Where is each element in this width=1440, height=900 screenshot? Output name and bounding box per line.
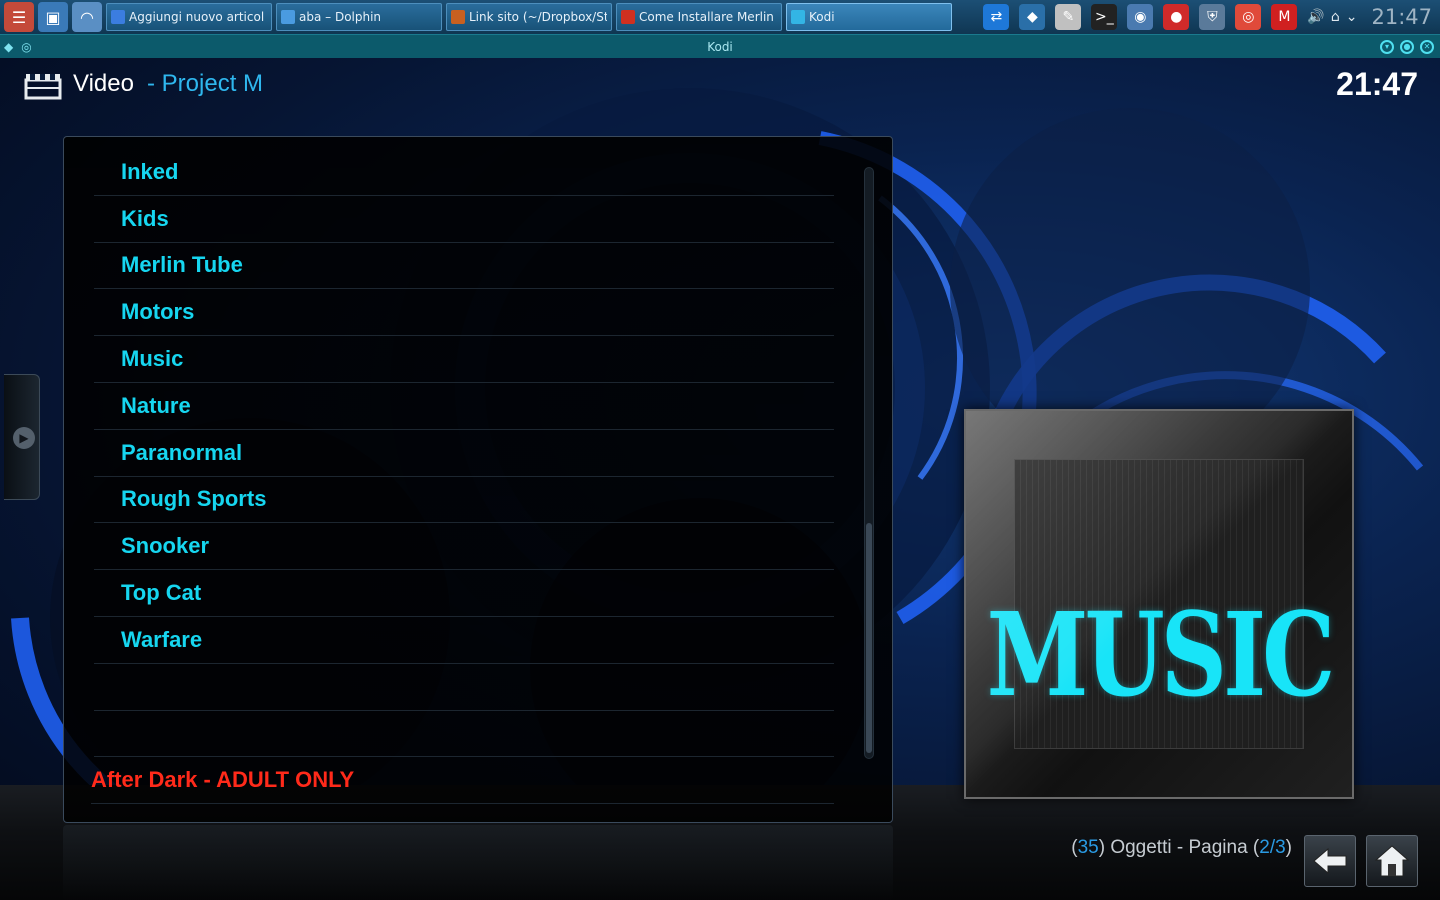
arrow-left-icon xyxy=(1313,847,1347,875)
section-subtitle: - Project M xyxy=(147,70,264,97)
teamviewer-icon[interactable]: ⇄ xyxy=(983,4,1010,30)
kodi-tray-icon[interactable]: ◆ xyxy=(1019,4,1046,30)
list-item[interactable]: Merlin Tube xyxy=(94,243,834,290)
kodi-clock: 21:47 xyxy=(1336,66,1418,102)
task-button[interactable]: Come Installare Merlin xyxy=(616,3,782,31)
kodi-icon xyxy=(791,10,805,24)
task-button[interactable]: aba – Dolphin xyxy=(276,3,442,31)
task-label: Come Installare Merlin xyxy=(639,10,774,24)
desktop-icon[interactable]: ▣ xyxy=(38,2,68,32)
scrollbar-thumb[interactable] xyxy=(866,523,872,753)
window-title: Kodi xyxy=(707,39,733,54)
system-tray: ⇄ ◆ ✎ >_ ◉ ● ⛨ ◎ M 🔊 ⌂ ⌄ 21:47 xyxy=(983,0,1440,34)
thumbnail-title: MUSIC xyxy=(986,587,1336,723)
task-list: Aggiungi nuovo articol aba – Dolphin Link … xyxy=(102,3,952,31)
section-title: Video xyxy=(73,70,134,97)
maximize-button[interactable]: ● xyxy=(1400,39,1414,54)
back-button[interactable] xyxy=(1304,835,1356,887)
close-button[interactable]: ✕ xyxy=(1420,39,1434,54)
objects-page-label: Oggetti - Pagina xyxy=(1105,837,1253,858)
list-item-empty xyxy=(94,664,834,711)
list-item[interactable]: After Dark - ADULT ONLY xyxy=(91,757,834,805)
editor-icon xyxy=(451,10,465,24)
side-menu-tab[interactable]: ▶ xyxy=(4,374,40,500)
taskbar-clock[interactable]: 21:47 xyxy=(1371,5,1432,29)
network-icon[interactable]: ⌂ xyxy=(1331,9,1340,25)
list-item[interactable]: Rough Sports xyxy=(94,477,834,524)
recorder-icon[interactable]: ● xyxy=(1163,4,1190,30)
page-indicator: 2/3 xyxy=(1259,837,1286,858)
titlebar-left-buttons: ◆ ◎ xyxy=(0,40,32,54)
pin-icon[interactable]: ◎ xyxy=(21,40,31,54)
item-thumbnail: MUSIC xyxy=(964,409,1354,799)
video-clapper-icon xyxy=(24,74,62,100)
list-item[interactable]: Top Cat xyxy=(94,570,834,617)
minimize-button[interactable]: ▾ xyxy=(1380,39,1394,54)
list-item[interactable]: Music xyxy=(94,336,834,383)
folder-icon xyxy=(281,10,295,24)
task-button[interactable]: Link sito (~/Dropbox/St xyxy=(446,3,612,31)
list-item[interactable]: Inked xyxy=(94,149,834,196)
window-titlebar[interactable]: ◆ ◎ Kodi ▾ ● ✕ xyxy=(0,34,1440,58)
list-scrollbar[interactable] xyxy=(864,167,874,759)
notes-icon[interactable]: ✎ xyxy=(1055,4,1082,30)
launchers: ☰ ▣ ◠ xyxy=(0,2,102,32)
task-label: aba – Dolphin xyxy=(299,10,382,24)
list-item[interactable]: Snooker xyxy=(94,523,834,571)
task-label: Aggiungi nuovo articol xyxy=(129,10,265,24)
app-menu-icon[interactable]: ☰ xyxy=(4,2,34,32)
dolphin-launcher-icon[interactable]: ◠ xyxy=(72,2,102,32)
panel-reflection xyxy=(63,825,893,900)
volume-icon[interactable]: 🔊 xyxy=(1307,9,1324,25)
mail-icon[interactable]: M xyxy=(1271,4,1298,30)
expand-tray-icon[interactable]: ⌄ xyxy=(1346,9,1358,25)
task-label: Link sito (~/Dropbox/St xyxy=(469,10,607,24)
shield-icon[interactable]: ⛨ xyxy=(1199,4,1226,30)
list-item[interactable]: Warfare xyxy=(94,617,834,664)
list-item[interactable]: Motors xyxy=(94,289,834,337)
tray-icons: ⇄ ◆ ✎ >_ ◉ ● ⛨ ◎ M 🔊 ⌂ ⌄ xyxy=(983,4,1363,30)
list-item[interactable]: Nature xyxy=(94,383,834,430)
item-count-info: (35) Oggetti - Pagina (2/3) xyxy=(1071,837,1292,859)
fingerprint-icon[interactable]: ◎ xyxy=(1235,4,1262,30)
task-button[interactable]: Aggiungi nuovo articol xyxy=(106,3,272,31)
browser-icon xyxy=(621,10,635,24)
addon-list: Inked Kids Merlin Tube Motors Music Nature Par… xyxy=(91,149,834,805)
task-label: Kodi xyxy=(809,10,835,24)
addon-list-panel: Inked Kids Merlin Tube Motors Music Nature Par… xyxy=(63,136,893,823)
window-menu-icon[interactable]: ◆ xyxy=(4,40,13,54)
window-controls: ▾ ● ✕ xyxy=(1380,39,1440,54)
item-count: 35 xyxy=(1077,837,1099,858)
page-paren-close: ) xyxy=(1285,837,1292,858)
kodi-app: Video - Project M 21:47 ▶ Inked Kids Merli… xyxy=(0,58,1440,900)
list-item[interactable]: Kids xyxy=(94,196,834,243)
home-icon xyxy=(1374,845,1410,877)
taskbar: ☰ ▣ ◠ Aggiungi nuovo articol aba – Dolphin L… xyxy=(0,0,1440,34)
task-button[interactable]: Kodi xyxy=(786,3,952,31)
chrome-icon xyxy=(111,10,125,24)
screenshot-icon[interactable]: ◉ xyxy=(1127,4,1154,30)
home-button[interactable] xyxy=(1366,835,1418,887)
chevron-right-icon: ▶ xyxy=(13,427,35,449)
terminal-icon[interactable]: >_ xyxy=(1091,4,1118,30)
list-item-empty xyxy=(94,711,834,758)
list-item[interactable]: Paranormal xyxy=(94,430,834,477)
